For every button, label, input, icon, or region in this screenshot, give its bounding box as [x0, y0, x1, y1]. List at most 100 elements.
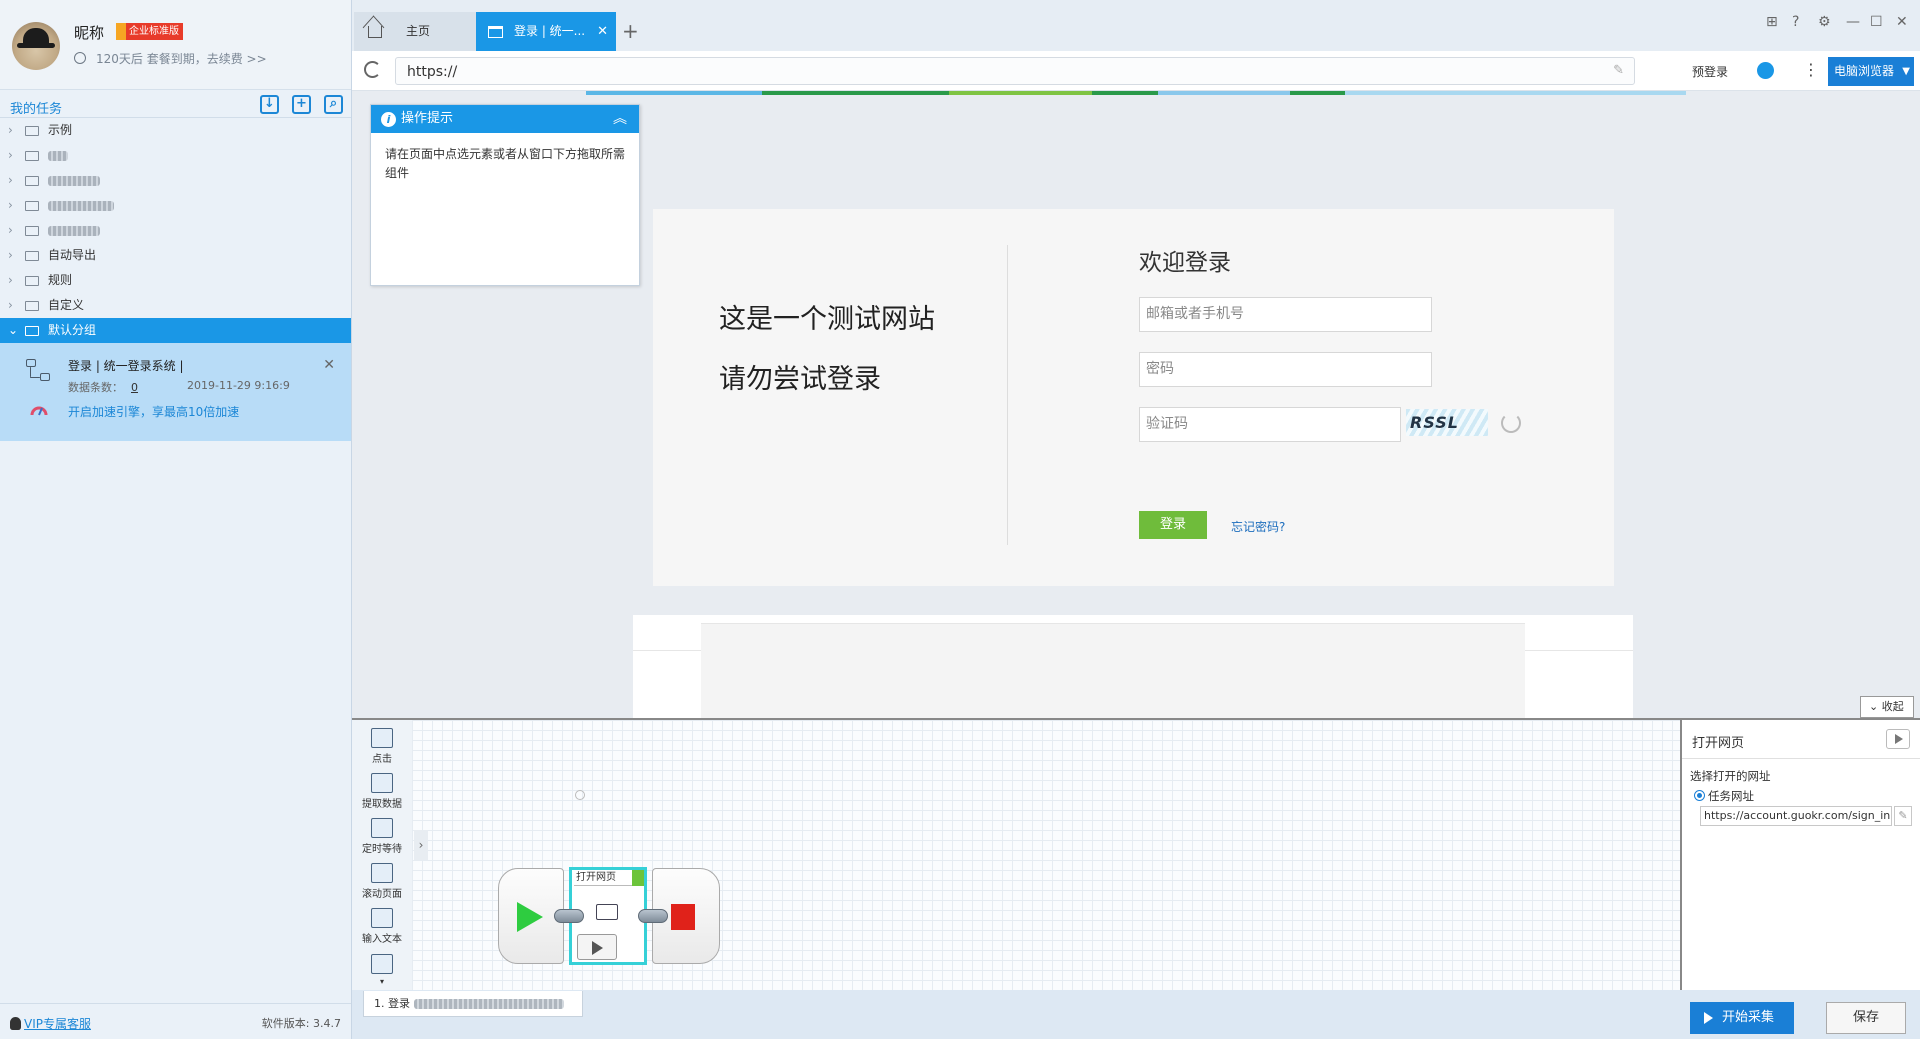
- close-window-icon[interactable]: ✕: [1896, 14, 1908, 30]
- close-icon[interactable]: ✕: [323, 357, 335, 373]
- connector[interactable]: [554, 909, 584, 923]
- accelerate-link[interactable]: 开启加速引擎，享最高10倍加速: [68, 403, 239, 420]
- play-button[interactable]: [1886, 729, 1910, 749]
- settings-icon[interactable]: ⚙: [1818, 14, 1831, 30]
- folder-icon: [25, 201, 39, 211]
- task-count-link[interactable]: 0: [131, 381, 138, 394]
- search-task-icon[interactable]: ⌕: [324, 95, 343, 114]
- task-count: 数据条数： 0: [68, 381, 138, 394]
- reload-icon[interactable]: [364, 61, 381, 78]
- chevron-right-icon: ›: [8, 273, 13, 287]
- import-icon[interactable]: ↓: [260, 95, 279, 114]
- collapse-up-icon[interactable]: ︽: [613, 105, 627, 133]
- address-bar: https:// ✎ 预登录 ⋮ 电脑浏览器 ▼: [352, 51, 1920, 91]
- home-icon: [368, 26, 382, 38]
- email-field[interactable]: 邮箱或者手机号: [1139, 297, 1432, 332]
- tool-click[interactable]: 点击: [352, 728, 412, 765]
- caret-down-icon: ▼: [1902, 66, 1910, 77]
- url-text: https://: [407, 64, 458, 80]
- stats-icon[interactable]: [1757, 62, 1774, 79]
- captcha-image[interactable]: RSSL: [1406, 409, 1488, 436]
- play-icon: [517, 902, 543, 932]
- tree-item[interactable]: › 示例: [0, 118, 351, 143]
- tab-home[interactable]: 主页: [354, 12, 476, 51]
- close-tab-icon[interactable]: ✕: [597, 12, 608, 51]
- blurred-label: [48, 175, 100, 186]
- tasks-title: 我的任务: [10, 102, 63, 117]
- profile-panel: 昵称 企业标准版 120天后 套餐到期，去续费 >>: [0, 0, 351, 90]
- version-label: 软件版本: 3.4.7: [261, 1017, 341, 1030]
- task-date: 2019-11-29 9:16:9: [187, 379, 290, 392]
- vip-support-link[interactable]: VIP专属客服: [10, 1015, 91, 1032]
- prelogin-button[interactable]: 预登录: [1692, 63, 1728, 80]
- gift-icon[interactable]: ⊞: [1766, 14, 1778, 30]
- extract-icon: [371, 773, 393, 793]
- site-heading-2: 请勿尝试登录: [719, 364, 881, 395]
- edit-icon[interactable]: ✎: [1613, 63, 1624, 78]
- maximize-icon[interactable]: ☐: [1870, 14, 1883, 30]
- edit-icon[interactable]: ✎: [1894, 806, 1912, 826]
- step-tab[interactable]: 1. 登录: [363, 991, 583, 1017]
- props-label: 选择打开的网址: [1690, 769, 1771, 783]
- refresh-icon[interactable]: [1501, 413, 1521, 433]
- add-tab-button[interactable]: +: [622, 14, 639, 48]
- new-task-icon[interactable]: +: [292, 95, 311, 114]
- avatar[interactable]: [12, 22, 60, 70]
- play-button[interactable]: [577, 934, 617, 960]
- workflow-canvas[interactable]: 打开网页: [412, 720, 1680, 990]
- minimize-icon[interactable]: —: [1846, 14, 1860, 30]
- folder-icon: [25, 126, 39, 136]
- edition-badge: 企业标准版: [116, 23, 183, 40]
- help-icon[interactable]: ?: [1792, 14, 1799, 30]
- tab-bar: 主页 登录 | 统一... ✕ + ⊞ ? ⚙ — ☐ ✕: [352, 0, 1920, 51]
- tree-item-default-group[interactable]: ⌄ 默认分组: [0, 318, 351, 343]
- tree-item[interactable]: › 规则: [0, 268, 351, 293]
- blurred-label: [48, 200, 114, 211]
- collapse-button[interactable]: ⌄ 收起: [1860, 696, 1914, 718]
- stop-icon: [671, 904, 695, 930]
- toolbox: 点击 提取数据 定时等待 滚动页面 输入文本 ▾: [352, 720, 412, 990]
- tool-more[interactable]: ▾: [352, 954, 412, 987]
- loop-icon: [371, 954, 393, 974]
- folder-icon: [25, 326, 39, 336]
- connector[interactable]: [638, 909, 668, 923]
- info-icon: i: [381, 112, 396, 127]
- task-url-radio[interactable]: 任务网址: [1694, 788, 1754, 804]
- more-icon[interactable]: ⋮: [1803, 60, 1819, 79]
- tree-item[interactable]: ›: [0, 193, 351, 218]
- forgot-password-link[interactable]: 忘记密码?: [1231, 518, 1285, 535]
- url-input[interactable]: https:// ✎: [395, 57, 1635, 85]
- tree-item[interactable]: ›: [0, 143, 351, 168]
- tree-item[interactable]: › 自定义: [0, 293, 351, 318]
- clock-icon: [74, 52, 86, 64]
- login-button[interactable]: 登录: [1139, 511, 1207, 539]
- url-field[interactable]: https://account.guokr.com/sign_in: [1700, 806, 1892, 826]
- click-icon: [371, 728, 393, 748]
- tab-login[interactable]: 登录 | 统一... ✕: [476, 12, 616, 51]
- tool-wait[interactable]: 定时等待: [352, 818, 412, 855]
- chevron-right-icon[interactable]: ›: [414, 830, 428, 860]
- tool-extract[interactable]: 提取数据: [352, 773, 412, 810]
- password-field[interactable]: 密码: [1139, 352, 1432, 387]
- chevron-down-icon: ⌄: [8, 323, 19, 337]
- tree-item[interactable]: ›: [0, 218, 351, 243]
- props-title: 打开网页: [1692, 736, 1745, 751]
- browser-select[interactable]: 电脑浏览器 ▼: [1828, 57, 1914, 86]
- blurred-label: [48, 150, 68, 161]
- radio-icon: [1694, 790, 1705, 801]
- workflow-icon: [26, 359, 52, 383]
- task-card[interactable]: 登录 | 统一登录系统 | 数据条数： 0 2019-11-29 9:16:9 ✕…: [0, 343, 351, 441]
- site-footer-card: [633, 615, 1633, 718]
- tree-item[interactable]: › 自动导出: [0, 243, 351, 268]
- tool-input[interactable]: 输入文本: [352, 908, 412, 945]
- qq-icon: [10, 1017, 21, 1030]
- expiry-link[interactable]: 120天后 套餐到期，去续费 >>: [74, 50, 267, 67]
- tool-scroll[interactable]: 滚动页面: [352, 863, 412, 900]
- captcha-field[interactable]: 验证码: [1139, 407, 1401, 442]
- speedometer-icon: [30, 406, 48, 416]
- site-color-strip: [586, 91, 1686, 95]
- start-collect-button[interactable]: 开始采集: [1690, 1002, 1794, 1034]
- hint-text: 请在页面中点选元素或者从窗口下方拖取所需组件: [385, 147, 626, 180]
- tree-item[interactable]: ›: [0, 168, 351, 193]
- save-button[interactable]: 保存: [1826, 1002, 1906, 1034]
